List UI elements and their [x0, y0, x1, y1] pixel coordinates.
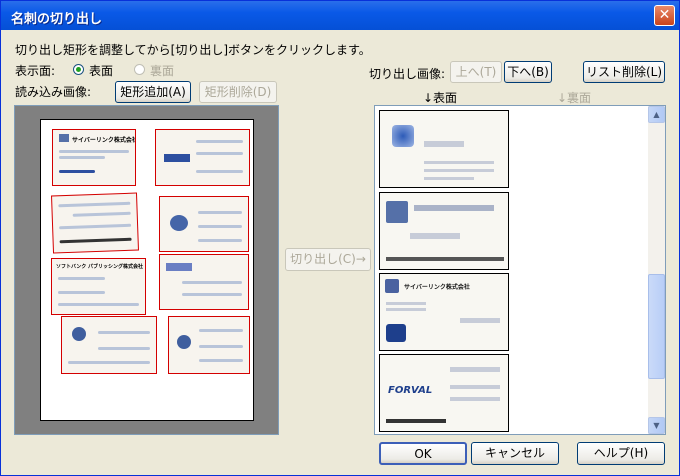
- card-text: サイバーリンク株式会社: [72, 137, 136, 144]
- column-back-header: ↓裏面: [557, 91, 592, 105]
- crop-rect[interactable]: [159, 196, 249, 252]
- logo-mark: [166, 263, 192, 271]
- move-up-button: 上へ(T): [450, 61, 502, 83]
- display-side-label: 表示面:: [15, 64, 56, 78]
- scroll-up-button[interactable]: ▲: [648, 106, 665, 123]
- blur-line: [182, 281, 242, 284]
- cropped-images-label: 切り出し画像:: [369, 67, 446, 81]
- logo-mark: [386, 324, 406, 342]
- logo-mark: [177, 335, 191, 349]
- logo-mark: [170, 215, 188, 231]
- instruction-text: 切り出し矩形を調整してから[切り出し]ボタンをクリックします。: [15, 43, 371, 57]
- blur-line: [182, 293, 242, 296]
- cancel-button[interactable]: キャンセル: [471, 442, 559, 465]
- card-text: ソフトバンク パブリッシング株式会社: [56, 264, 143, 270]
- logo-mark: [72, 327, 86, 341]
- blur-line: [196, 170, 243, 173]
- blur-block: [424, 169, 494, 172]
- column-front-header: ↓表面: [423, 91, 458, 105]
- radio-back: [134, 64, 145, 75]
- blur-block: [386, 419, 446, 423]
- blur-block: [410, 233, 460, 239]
- blur-line: [59, 237, 132, 244]
- blur-line: [199, 359, 243, 362]
- blur-block: [386, 257, 504, 261]
- blur-block: [450, 367, 500, 372]
- delete-rect-button: 矩形削除(D): [199, 81, 277, 103]
- blur-block: [424, 177, 474, 180]
- blur-line: [198, 225, 242, 228]
- card-company: FORVAL: [388, 385, 433, 396]
- blur-line: [98, 347, 150, 350]
- list-scrollbar[interactable]: ▲ ▼: [648, 106, 665, 434]
- crop-rect[interactable]: [51, 192, 139, 254]
- move-down-button[interactable]: 下へ(B): [504, 61, 552, 83]
- list-item[interactable]: [379, 192, 509, 270]
- scanned-image-pane[interactable]: サイバーリンク株式会社 ソフトバンク パブリッシング株式会社: [14, 105, 279, 435]
- logo-mark: [59, 134, 69, 142]
- blur-line: [68, 361, 150, 364]
- add-rect-button[interactable]: 矩形追加(A): [115, 81, 191, 103]
- blur-block: [450, 397, 500, 401]
- blur-line: [59, 223, 132, 230]
- blur-line: [58, 303, 139, 306]
- ok-button[interactable]: OK: [379, 442, 467, 465]
- radio-front-label[interactable]: 表面: [89, 62, 113, 79]
- blur-line: [58, 277, 105, 280]
- close-button[interactable]: ✕: [654, 5, 675, 26]
- crop-button: 切り出し(C)→: [285, 248, 371, 271]
- crop-rect[interactable]: サイバーリンク株式会社: [52, 129, 136, 186]
- blur-line: [98, 331, 150, 334]
- logo-mark: [386, 201, 408, 223]
- blur-line: [198, 239, 242, 242]
- blur-block: [386, 308, 426, 311]
- clear-list-button[interactable]: リスト削除(L): [583, 61, 665, 83]
- list-item[interactable]: FORVAL: [379, 354, 509, 432]
- crop-rect[interactable]: [155, 129, 250, 186]
- blur-line: [59, 150, 129, 153]
- window-title: 名刺の切り出し: [11, 12, 103, 27]
- blur-block: [386, 302, 426, 305]
- blur-line: [198, 211, 242, 214]
- blur-line: [196, 152, 243, 155]
- scanned-page: サイバーリンク株式会社 ソフトバンク パブリッシング株式会社: [40, 119, 254, 421]
- radio-back-label: 裏面: [150, 64, 175, 78]
- blur-line: [199, 345, 243, 348]
- logo-mark: [385, 279, 399, 293]
- blur-line: [196, 140, 243, 143]
- blur-line: [59, 170, 95, 173]
- help-button[interactable]: ヘルプ(H): [577, 442, 665, 465]
- scroll-down-button[interactable]: ▼: [648, 417, 665, 434]
- crop-rect[interactable]: ソフトバンク パブリッシング株式会社: [51, 258, 146, 315]
- logo-mark: [392, 125, 414, 147]
- blur-line: [58, 291, 105, 294]
- blur-line: [199, 329, 243, 332]
- scroll-thumb[interactable]: [648, 274, 665, 379]
- dialog-window: 名刺の切り出し ✕ 切り出し矩形を調整してから[切り出し]ボタンをクリックします…: [0, 0, 680, 476]
- load-image-label: 読み込み画像:: [15, 85, 92, 99]
- logo-mark: [164, 154, 190, 162]
- blur-block: [450, 385, 500, 389]
- blur-block: [424, 161, 494, 164]
- crop-rect[interactable]: [168, 316, 250, 374]
- cropped-image-list[interactable]: サイバーリンク株式会社 FORVAL ▲ ▼: [374, 105, 666, 435]
- card-company: サイバーリンク株式会社: [404, 284, 470, 291]
- blur-line: [72, 211, 131, 217]
- blur-block: [414, 205, 494, 211]
- crop-rect[interactable]: [61, 316, 157, 374]
- list-item[interactable]: サイバーリンク株式会社: [379, 273, 509, 351]
- list-item[interactable]: [379, 110, 509, 188]
- radio-front[interactable]: [73, 64, 84, 75]
- blur-block: [460, 318, 500, 323]
- title-bar[interactable]: 名刺の切り出し ✕: [1, 1, 679, 30]
- crop-rect[interactable]: [159, 254, 249, 310]
- blur-line: [58, 201, 131, 208]
- blur-line: [59, 156, 105, 159]
- blur-block: [424, 141, 464, 147]
